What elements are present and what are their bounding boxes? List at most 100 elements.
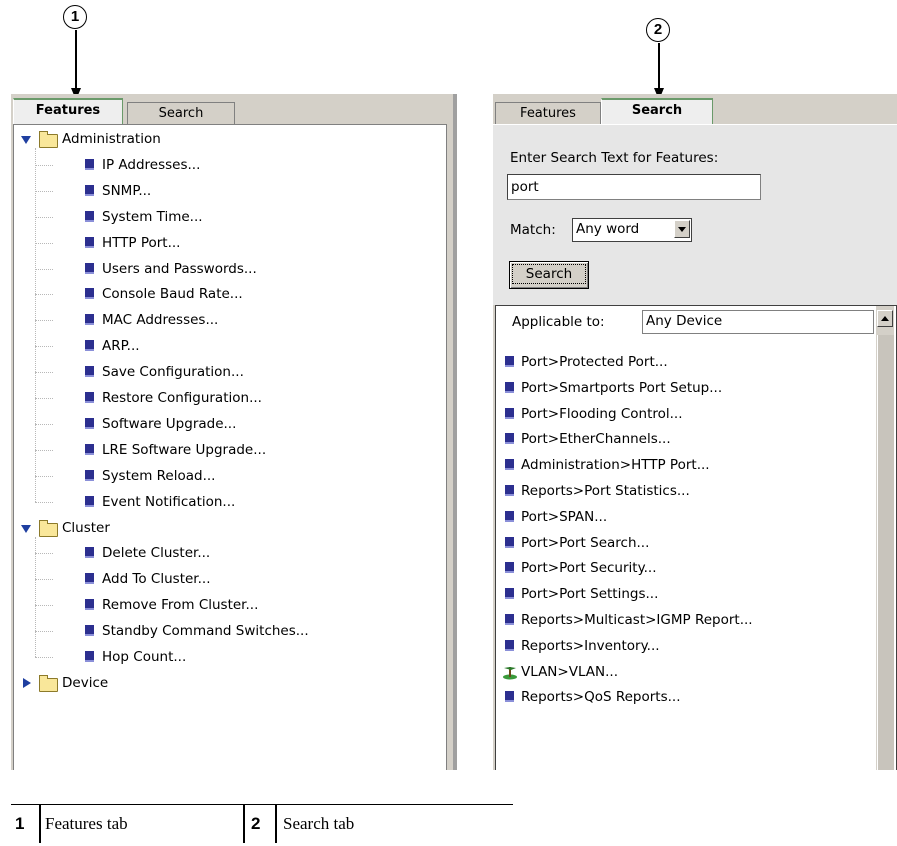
callout-2: 2	[646, 18, 670, 42]
tree-item[interactable]: Restore Configuration...	[102, 387, 262, 409]
tree-item[interactable]: IP Addresses...	[102, 154, 200, 176]
feature-icon	[505, 639, 514, 651]
features-panel: Features Search Administration IP Address…	[11, 94, 457, 770]
legend-text-2: Search tab	[283, 814, 355, 833]
search-result-item[interactable]: Reports>Inventory...	[521, 635, 660, 657]
legend-divider	[39, 805, 41, 843]
search-result-item[interactable]: Port>Port Settings...	[521, 583, 658, 605]
search-result-item[interactable]: Port>Flooding Control...	[521, 403, 683, 425]
feature-icon	[85, 495, 94, 507]
tree-connector	[35, 501, 53, 503]
search-result-item[interactable]: VLAN>VLAN...	[521, 661, 618, 683]
legend-divider	[243, 805, 245, 843]
feature-tree: Administration IP Addresses... SNMP... Syst…	[13, 124, 447, 770]
tree-connector	[35, 216, 53, 218]
search-result-item[interactable]: Port>Smartports Port Setup...	[521, 377, 722, 399]
chevron-down-icon[interactable]	[674, 220, 690, 238]
feature-icon	[85, 392, 94, 403]
tree-item[interactable]: System Time...	[102, 206, 203, 228]
tree-connector	[35, 553, 53, 555]
feature-icon	[85, 417, 94, 429]
tree-item[interactable]: Add To Cluster...	[102, 568, 210, 590]
search-result-item[interactable]: Reports>Multicast>IGMP Report...	[521, 609, 753, 631]
tree-item[interactable]: ARP...	[102, 335, 140, 357]
feature-icon	[85, 314, 94, 326]
feature-icon	[85, 625, 94, 637]
applicable-select[interactable]: Any Device	[642, 310, 874, 334]
search-input[interactable]: port	[507, 174, 761, 200]
expand-arrow-icon[interactable]	[21, 136, 31, 144]
search-result-item[interactable]: Reports>Port Statistics...	[521, 480, 690, 502]
feature-icon	[505, 459, 514, 471]
legend-table: 1 Features tab 2 Search tab	[11, 804, 513, 843]
tree-item[interactable]: LRE Software Upgrade...	[102, 439, 266, 461]
tree-item[interactable]: Remove From Cluster...	[102, 594, 258, 616]
tree-item[interactable]: Save Configuration...	[102, 361, 244, 383]
tree-item[interactable]: System Reload...	[102, 465, 215, 487]
tab-features[interactable]: Features	[495, 102, 601, 125]
tab-search[interactable]: Search	[127, 102, 235, 125]
callout-1: 1	[63, 5, 87, 29]
search-result-item[interactable]: Reports>QoS Reports...	[521, 686, 681, 708]
feature-icon	[85, 340, 94, 352]
tree-connector	[35, 605, 53, 607]
search-result-item[interactable]: Port>Port Search...	[521, 532, 649, 554]
feature-icon	[85, 547, 94, 559]
tree-connector	[35, 346, 53, 348]
tree-connector	[35, 242, 53, 244]
tree-connector	[35, 657, 53, 658]
feature-icon	[505, 381, 514, 393]
tree-folder[interactable]: Device	[62, 672, 108, 694]
search-result-item[interactable]: Port>SPAN...	[521, 506, 607, 528]
collapse-arrow-icon[interactable]	[23, 677, 31, 688]
feature-icon	[505, 356, 514, 367]
tree-item[interactable]: Console Baud Rate...	[102, 283, 243, 305]
search-button[interactable]: Search	[509, 261, 589, 289]
feature-icon	[505, 510, 514, 522]
feature-icon	[85, 469, 94, 481]
results-scrollbar[interactable]	[876, 306, 894, 770]
feature-icon	[85, 236, 94, 248]
tree-item[interactable]: SNMP...	[102, 180, 151, 202]
feature-icon	[85, 366, 94, 378]
tree-connector	[35, 190, 53, 192]
tree-item[interactable]: Hop Count...	[102, 646, 186, 668]
applicable-label: Applicable to:	[512, 314, 605, 330]
tree-connector	[35, 294, 53, 296]
callout-1-line	[75, 30, 77, 90]
feature-icon	[85, 262, 94, 274]
feature-icon	[85, 288, 94, 300]
tree-item[interactable]: Standby Command Switches...	[102, 620, 309, 642]
search-result-item[interactable]: Port>EtherChannels...	[521, 428, 671, 450]
feature-icon	[85, 184, 94, 196]
scroll-thumb[interactable]	[877, 335, 894, 770]
tree-item[interactable]: MAC Addresses...	[102, 309, 218, 331]
search-result-item[interactable]: Port>Port Security...	[521, 557, 657, 579]
scroll-up-icon[interactable]	[877, 310, 893, 327]
tab-features[interactable]: Features	[13, 98, 123, 125]
tree-item[interactable]: Event Notification...	[102, 491, 235, 513]
folder-icon	[39, 519, 58, 537]
tree-connector	[35, 164, 53, 166]
legend-text-1: Features tab	[45, 814, 128, 833]
tree-item[interactable]: Users and Passwords...	[102, 258, 257, 280]
expand-arrow-icon[interactable]	[21, 524, 31, 533]
search-result-item[interactable]: Administration>HTTP Port...	[521, 454, 710, 476]
tab-search[interactable]: Search	[601, 98, 713, 125]
feature-icon	[85, 651, 94, 662]
feature-icon	[505, 588, 514, 600]
tree-connector	[35, 268, 53, 270]
tree-item[interactable]: HTTP Port...	[102, 232, 180, 254]
match-select[interactable]: Any word	[572, 218, 692, 242]
left-tabbar: Features Search	[11, 94, 453, 125]
tree-item[interactable]: Delete Cluster...	[102, 542, 210, 564]
tree-item[interactable]: Software Upgrade...	[102, 413, 236, 435]
search-result-item[interactable]: Port>Protected Port...	[521, 351, 668, 373]
folder-icon	[39, 674, 58, 692]
tree-folder[interactable]: Administration	[62, 128, 161, 150]
tree-connector	[35, 536, 36, 657]
legend-num-2: 2	[251, 814, 261, 833]
tree-folder[interactable]: Cluster	[62, 517, 110, 539]
tree-connector	[35, 579, 53, 581]
search-panel: Features Search Enter Search Text for Fe…	[493, 94, 897, 770]
